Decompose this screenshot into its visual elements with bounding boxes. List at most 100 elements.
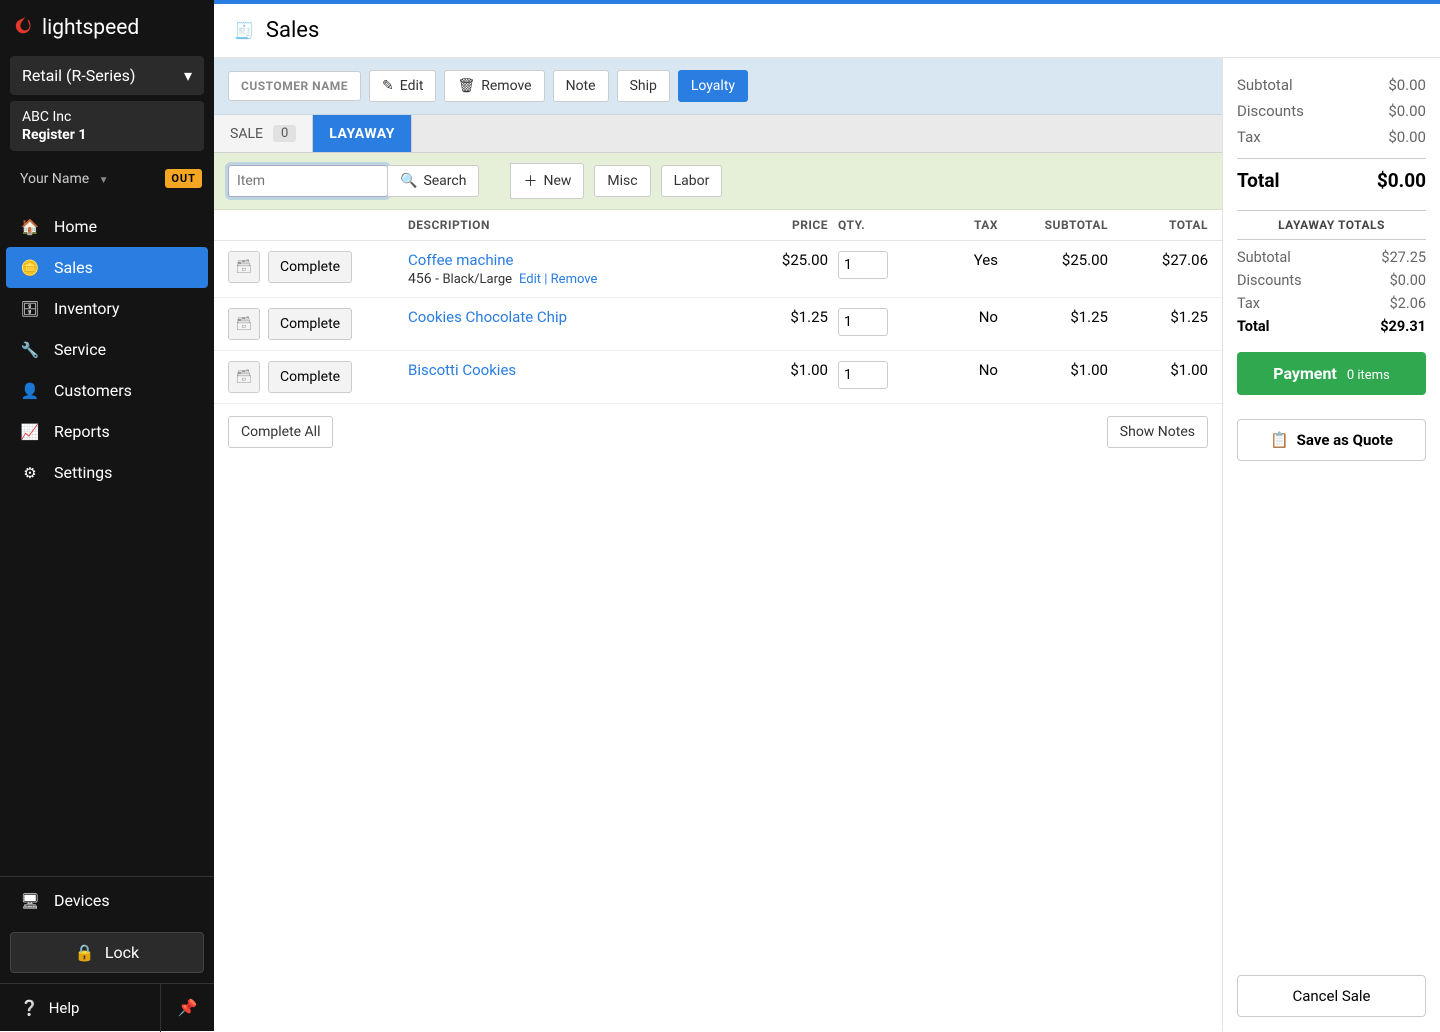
cell-price: $25.00	[738, 251, 828, 269]
cancel-sale-button[interactable]: Cancel Sale	[1237, 975, 1426, 1017]
chart-icon: 📈	[20, 423, 40, 441]
nav-reports[interactable]: 📈 Reports	[0, 411, 214, 452]
qty-input[interactable]	[838, 251, 888, 279]
ship-button[interactable]: Ship	[617, 70, 670, 102]
col-description: DESCRIPTION	[408, 218, 738, 232]
complete-button[interactable]: Complete	[268, 251, 352, 283]
nav-label: Home	[54, 217, 97, 236]
series-select[interactable]: Retail (R-Series) ▾	[10, 56, 204, 95]
sale-tabs: SALE 0 LAYAWAY	[214, 115, 1222, 153]
customer-name-button[interactable]: CUSTOMER NAME	[228, 71, 361, 101]
cell-price: $1.25	[738, 308, 828, 326]
show-notes-button[interactable]: Show Notes	[1107, 416, 1208, 448]
nav-home[interactable]: 🏠 Home	[0, 206, 214, 247]
pin-button[interactable]: 📌	[160, 984, 214, 1032]
sidebar-bottom: 🖥Devices 🔒Lock ❔Help 📌	[0, 876, 214, 1031]
item-input[interactable]	[228, 165, 388, 197]
cell-total: $27.06	[1108, 251, 1208, 269]
nav-label: Reports	[54, 422, 110, 441]
btn-label: Edit	[400, 78, 424, 94]
brand-name: lightspeed	[42, 16, 139, 40]
payment-label: Payment	[1273, 364, 1337, 383]
labor-button[interactable]: Labor	[661, 165, 723, 197]
nav-label: Inventory	[54, 299, 120, 318]
new-button[interactable]: ＋New	[510, 163, 584, 199]
register-icon: 🧾	[234, 21, 254, 40]
qty-input[interactable]	[838, 361, 888, 389]
out-badge[interactable]: OUT	[165, 169, 202, 188]
qty-input[interactable]	[838, 308, 888, 336]
line-items-footer: Complete All Show Notes	[214, 404, 1222, 460]
line-item-row: 🗃 Complete Biscotti Cookies $1.00 No $1.…	[214, 351, 1222, 404]
nav-service[interactable]: 🔧 Service	[0, 329, 214, 370]
line-edit-link[interactable]: Edit	[519, 272, 541, 287]
box-icon: 🗄	[20, 300, 40, 318]
col-tax: TAX	[898, 218, 998, 232]
chevron-down-icon: ▾	[184, 66, 192, 85]
nav-devices[interactable]: 🖥Devices	[0, 877, 214, 924]
nav-sales[interactable]: 🪙Sales	[6, 247, 208, 288]
note-button[interactable]: Note	[553, 70, 609, 102]
payment-button[interactable]: Payment 0 items	[1237, 352, 1426, 395]
archive-button[interactable]: 🗃	[228, 308, 260, 340]
user-row[interactable]: Your Name ▼ OUT	[0, 159, 214, 202]
flame-icon	[14, 14, 36, 42]
col-total: TOTAL	[1108, 218, 1208, 232]
discounts-label: Discounts	[1237, 102, 1304, 120]
lock-label: Lock	[105, 943, 139, 962]
remove-button[interactable]: 🗑Remove	[444, 70, 544, 102]
register-box[interactable]: ABC Inc Register 1	[10, 101, 204, 151]
help-button[interactable]: ❔Help	[0, 999, 160, 1017]
archive-icon: 🗃	[236, 370, 253, 385]
tab-sale[interactable]: SALE 0	[214, 115, 313, 152]
complete-all-button[interactable]: Complete All	[228, 416, 333, 448]
sale-count-badge: 0	[273, 125, 296, 142]
help-icon: ❔	[20, 999, 39, 1017]
archive-button[interactable]: 🗃	[228, 361, 260, 393]
save-quote-button[interactable]: 📋 Save as Quote	[1237, 419, 1426, 461]
series-label: Retail (R-Series)	[22, 66, 135, 85]
product-link[interactable]: Biscotti Cookies	[408, 361, 738, 379]
archive-icon: 🗃	[236, 260, 253, 275]
tab-layaway[interactable]: LAYAWAY	[313, 115, 412, 152]
lay-tax-value: $2.06	[1390, 295, 1426, 312]
lay-subtotal-value: $27.25	[1381, 249, 1426, 266]
archive-button[interactable]: 🗃	[228, 251, 260, 283]
search-button[interactable]: 🔍Search	[387, 165, 479, 197]
loyalty-button[interactable]: Loyalty	[678, 70, 748, 102]
gear-icon: ⚙	[20, 464, 40, 482]
complete-button[interactable]: Complete	[268, 308, 352, 340]
total-value: $0.00	[1377, 169, 1426, 192]
coins-icon: 🪙	[20, 259, 40, 277]
nav-inventory[interactable]: 🗄 Inventory	[0, 288, 214, 329]
item-search-row: 🔍Search ＋New Misc Labor	[214, 153, 1222, 210]
tab-label: SALE	[230, 126, 263, 142]
edit-button[interactable]: ✎Edit	[369, 70, 436, 102]
cell-subtotal: $1.00	[998, 361, 1108, 379]
user-icon: 👤	[20, 382, 40, 400]
trash-icon: 🗑	[457, 78, 475, 94]
misc-button[interactable]: Misc	[594, 165, 650, 197]
cell-tax: No	[898, 361, 998, 379]
nav-customers[interactable]: 👤 Customers	[0, 370, 214, 411]
complete-button[interactable]: Complete	[268, 361, 352, 393]
home-icon: 🏠	[20, 218, 40, 236]
nav-label: Customers	[54, 381, 132, 400]
line-item-row: 🗃 Complete Coffee machine 456 - Black/La…	[214, 241, 1222, 298]
sale-toolbar: CUSTOMER NAME ✎Edit 🗑Remove Note Ship Lo…	[214, 58, 1222, 115]
col-qty: QTY.	[828, 218, 898, 232]
nav-label: Service	[54, 340, 106, 359]
monitor-icon: 🖥	[20, 892, 40, 910]
lay-discounts-label: Discounts	[1237, 272, 1302, 289]
product-link[interactable]: Coffee machine	[408, 251, 738, 269]
user-name: Your Name	[20, 171, 89, 187]
col-subtotal: SUBTOTAL	[998, 218, 1108, 232]
line-items-header: DESCRIPTION PRICE QTY. TAX SUBTOTAL TOTA…	[214, 210, 1222, 241]
product-link[interactable]: Cookies Chocolate Chip	[408, 308, 738, 326]
line-remove-link[interactable]: Remove	[551, 272, 598, 287]
nav-settings[interactable]: ⚙Settings	[0, 452, 214, 493]
brand-logo: lightspeed	[0, 0, 214, 50]
subtotal-value: $0.00	[1388, 76, 1426, 94]
lock-button[interactable]: 🔒Lock	[10, 932, 204, 973]
wrench-icon: 🔧	[20, 341, 40, 359]
